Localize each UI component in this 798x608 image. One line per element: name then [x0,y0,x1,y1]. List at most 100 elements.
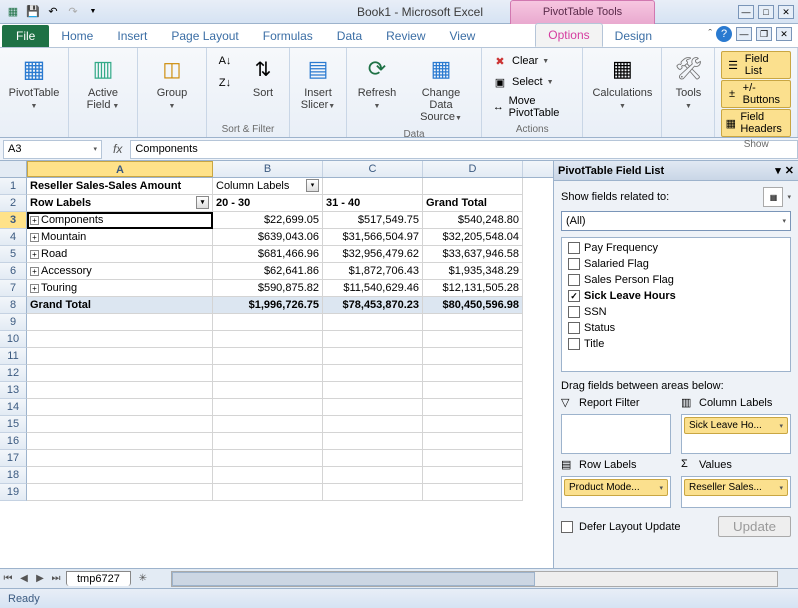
sort-za-button[interactable]: Z↓ [213,73,237,93]
excel-icon[interactable]: ▦ [4,3,22,21]
cell-B18[interactable] [213,467,323,484]
row-header[interactable]: 7 [0,280,27,297]
related-select[interactable]: (All) ▾ [561,211,791,231]
cell-C18[interactable] [323,467,423,484]
close-button[interactable]: ✕ [778,5,794,19]
cell-A6[interactable]: +Accessory [27,263,213,280]
cell-D5[interactable]: $33,637,946.58 [423,246,523,263]
cell-B7[interactable]: $590,875.82 [213,280,323,297]
minimize-button[interactable]: — [738,5,754,19]
tab-design[interactable]: Design [603,25,664,47]
expand-icon[interactable]: + [30,267,39,276]
report-filter-zone[interactable] [561,414,671,454]
cell-B17[interactable] [213,450,323,467]
tab-insert[interactable]: Insert [105,25,159,47]
maximize-button[interactable]: □ [758,5,774,19]
tab-home[interactable]: Home [49,25,105,47]
row-header[interactable]: 11 [0,348,27,365]
field-checkbox[interactable] [568,306,580,318]
cell-A11[interactable] [27,348,213,365]
field-list-toggle[interactable]: ☰Field List [721,51,791,79]
cell-C19[interactable] [323,484,423,501]
select-all-corner[interactable] [0,161,27,177]
cell-D13[interactable] [423,382,523,399]
cell-C14[interactable] [323,399,423,416]
column-labels-zone[interactable]: Sick Leave Ho...▾ [681,414,791,454]
cell-D9[interactable] [423,314,523,331]
cell-C2[interactable]: 31 - 40 [323,195,423,212]
refresh-button[interactable]: ⟳ Refresh▼ [353,51,401,115]
undo-icon[interactable]: ↶ [44,3,62,21]
pane-close-icon[interactable]: ✕ [785,164,794,177]
name-box[interactable]: A3▾ [3,140,102,159]
sheet-tab[interactable]: tmp6727 [66,571,131,586]
pivottable-button[interactable]: ▦ PivotTable▼ [6,51,62,115]
cell-C6[interactable]: $1,872,706.43 [323,263,423,280]
cell-A19[interactable] [27,484,213,501]
help-icon[interactable]: ? [716,26,732,42]
col-header-c[interactable]: C [323,161,423,177]
cell-A9[interactable] [27,314,213,331]
row-header[interactable]: 9 [0,314,27,331]
values-zone[interactable]: Reseller Sales...▾ [681,476,791,508]
update-button[interactable]: Update [718,516,791,537]
cell-D3[interactable]: $540,248.80 [423,212,523,229]
sort-button[interactable]: ⇅ Sort [243,51,283,101]
cell-C12[interactable] [323,365,423,382]
qat-customize-icon[interactable]: ▼ [84,3,102,21]
column-labels-item[interactable]: Sick Leave Ho...▾ [684,417,788,434]
cell-A3[interactable]: +Components [27,212,213,229]
row-header[interactable]: 18 [0,467,27,484]
expand-icon[interactable]: + [30,216,39,225]
cell-C15[interactable] [323,416,423,433]
cell-A17[interactable] [27,450,213,467]
cell-A7[interactable]: +Touring [27,280,213,297]
cell-B1[interactable]: Column Labels▾ [213,178,323,195]
cell-D11[interactable] [423,348,523,365]
row-header[interactable]: 3 [0,212,27,229]
cell-D2[interactable]: Grand Total [423,195,523,212]
col-header-d[interactable]: D [423,161,523,177]
cell-A16[interactable] [27,433,213,450]
cell-A14[interactable] [27,399,213,416]
row-header[interactable]: 14 [0,399,27,416]
insert-sheet-icon[interactable]: ✳ [135,571,151,587]
field-item[interactable]: Title [564,336,788,352]
fx-icon[interactable]: fx [105,142,130,156]
tab-review[interactable]: Review [374,25,437,47]
calculations-button[interactable]: ▦ Calculations▼ [589,51,655,115]
cell-D15[interactable] [423,416,523,433]
field-checkbox[interactable] [568,274,580,286]
field-checkbox[interactable] [568,242,580,254]
row-header[interactable]: 19 [0,484,27,501]
expand-icon[interactable]: + [30,284,39,293]
cell-A5[interactable]: +Road [27,246,213,263]
field-item[interactable]: Status [564,320,788,336]
row-header[interactable]: 16 [0,433,27,450]
layout-arrow-icon[interactable]: ▾ [787,193,791,201]
cell-C9[interactable] [323,314,423,331]
cell-D12[interactable] [423,365,523,382]
col-header-a[interactable]: A [27,161,213,177]
row-header[interactable]: 6 [0,263,27,280]
expand-icon[interactable]: + [30,233,39,242]
horizontal-scrollbar[interactable] [171,571,778,587]
row-header[interactable]: 12 [0,365,27,382]
cell-A10[interactable] [27,331,213,348]
cell-B11[interactable] [213,348,323,365]
cell-B4[interactable]: $639,043.06 [213,229,323,246]
row-labels-item[interactable]: Product Mode...▾ [564,479,668,496]
cell-D18[interactable] [423,467,523,484]
cell-C16[interactable] [323,433,423,450]
cell-B13[interactable] [213,382,323,399]
row-header[interactable]: 10 [0,331,27,348]
move-pivottable-button[interactable]: ↔Move PivotTable [488,93,576,121]
active-field-button[interactable]: ▥ ActiveField ▼ [75,51,131,115]
doc-minimize-button[interactable]: — [736,27,752,41]
filter-button[interactable]: ▾ [306,179,319,192]
cell-C10[interactable] [323,331,423,348]
cell-C8[interactable]: $78,453,870.23 [323,297,423,314]
field-item[interactable]: ✓Sick Leave Hours [564,288,788,304]
sort-az-button[interactable]: A↓ [213,51,237,71]
cell-A15[interactable] [27,416,213,433]
